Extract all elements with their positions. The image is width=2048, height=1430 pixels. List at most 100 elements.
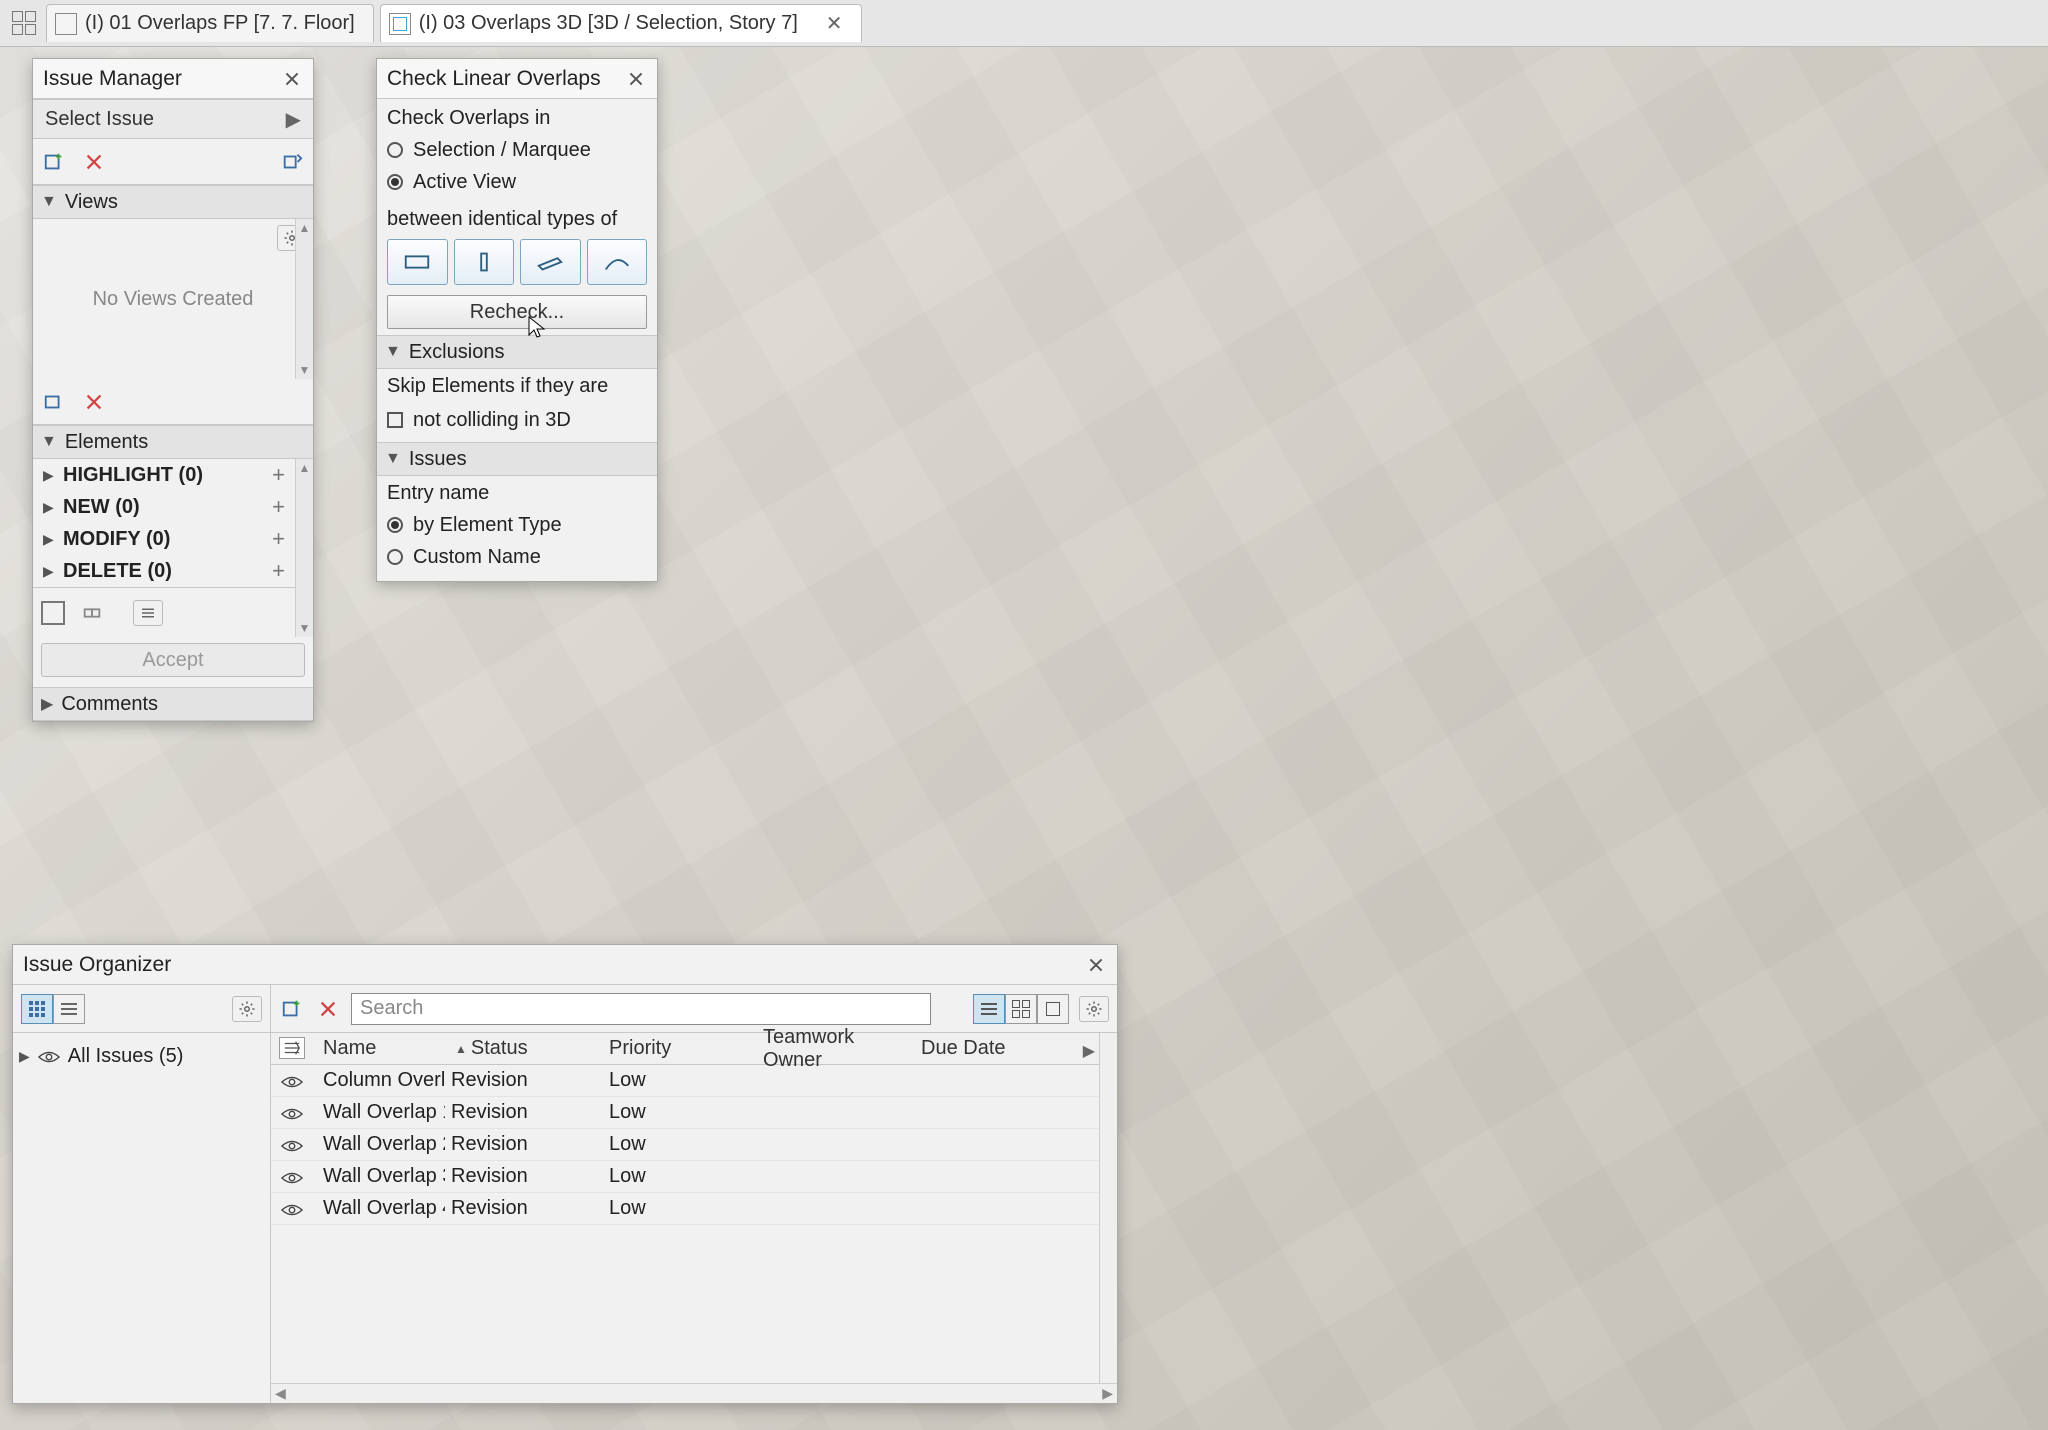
eye-icon[interactable]: [281, 1073, 303, 1089]
elements-settings-button[interactable]: [133, 600, 163, 626]
select-issue-dropdown[interactable]: Select Issue ▶: [33, 99, 313, 139]
delete-issue-icon[interactable]: [315, 996, 341, 1022]
sidebar-settings-button[interactable]: [232, 996, 262, 1022]
add-icon[interactable]: +: [272, 558, 285, 584]
new-issue-icon[interactable]: [279, 996, 305, 1022]
elements-delete-row[interactable]: ▶DELETE (0)+: [33, 555, 313, 587]
new-issue-icon[interactable]: [41, 149, 67, 175]
elements-modify-row[interactable]: ▶MODIFY (0)+: [33, 523, 313, 555]
scrollbar[interactable]: ▲▼: [295, 219, 313, 379]
scrollbar[interactable]: ▲▼: [295, 459, 313, 637]
panel-title-text: Issue Organizer: [23, 953, 171, 977]
scroll-left-icon[interactable]: ◀: [275, 1385, 286, 1402]
add-icon[interactable]: +: [272, 462, 285, 488]
jump-to-row-button[interactable]: [279, 1037, 305, 1059]
panel-title-text: Check Linear Overlaps: [387, 67, 601, 91]
issue-manager-panel: Issue Manager Select Issue ▶ ▼ Views No …: [32, 58, 314, 722]
close-icon[interactable]: [625, 68, 647, 90]
col-priority[interactable]: Priority: [603, 1037, 757, 1060]
col-owner[interactable]: Teamwork Owner: [757, 1026, 915, 1072]
elements-new-row[interactable]: ▶NEW (0)+: [33, 491, 313, 523]
type-wall-button[interactable]: [387, 239, 448, 285]
tab-floorplan[interactable]: (I) 01 Overlaps FP [7. 7. Floor]: [46, 4, 374, 42]
delete-view-icon[interactable]: [81, 389, 107, 415]
add-icon[interactable]: +: [272, 494, 285, 520]
grid-view-button[interactable]: [21, 994, 53, 1024]
close-icon[interactable]: [281, 68, 303, 90]
layout-grid-button[interactable]: [1005, 994, 1037, 1024]
accept-label: Accept: [142, 649, 203, 672]
table-row[interactable]: Column OverlapRevisionLow: [271, 1065, 1117, 1097]
add-icon[interactable]: +: [272, 526, 285, 552]
radio-custom-name[interactable]: Custom Name: [387, 541, 647, 573]
section-label: Views: [65, 191, 118, 214]
eye-icon[interactable]: [281, 1137, 303, 1153]
chevron-down-icon: ▼: [385, 450, 401, 468]
col-status[interactable]: ▲Status: [445, 1037, 603, 1060]
layout-single-button[interactable]: [1037, 994, 1069, 1024]
eye-icon[interactable]: [281, 1105, 303, 1121]
close-icon[interactable]: [1085, 954, 1107, 976]
radio-by-type[interactable]: by Element Type: [387, 509, 647, 541]
vertical-scrollbar[interactable]: [1099, 1033, 1117, 1383]
layout-list-button[interactable]: [973, 994, 1005, 1024]
tree-all-issues[interactable]: ▶ All Issues (5): [19, 1041, 264, 1071]
cell-status: Revision: [445, 1197, 603, 1220]
radio-active-view[interactable]: Active View: [387, 166, 647, 198]
panel-titlebar[interactable]: Check Linear Overlaps: [377, 59, 657, 99]
table-row[interactable]: Wall Overlap 4RevisionLow: [271, 1193, 1117, 1225]
radio-icon: [387, 517, 403, 533]
views-footer-toolbar: [33, 379, 313, 425]
checkbox-icon: [387, 412, 403, 428]
table-row[interactable]: Wall Overlap 2RevisionLow: [271, 1129, 1117, 1161]
cell-status: Revision: [445, 1165, 603, 1188]
more-columns-icon[interactable]: ▶: [1083, 1041, 1095, 1061]
tab-3d[interactable]: (I) 03 Overlaps 3D [3D / Selection, Stor…: [380, 4, 862, 42]
checkbox-not-colliding[interactable]: not colliding in 3D: [387, 404, 647, 436]
panel-titlebar[interactable]: Issue Organizer: [13, 945, 1117, 985]
issues-section-head[interactable]: ▼ Issues: [377, 442, 657, 476]
eye-icon[interactable]: [281, 1201, 303, 1217]
type-column-button[interactable]: [454, 239, 515, 285]
table-row[interactable]: Wall Overlap 3RevisionLow: [271, 1161, 1117, 1193]
type-beam-button[interactable]: [520, 239, 581, 285]
capture-view-icon[interactable]: [41, 389, 67, 415]
view-toggle: [21, 994, 85, 1024]
link-icon[interactable]: [79, 600, 105, 626]
accept-button[interactable]: Accept: [41, 643, 305, 677]
radio-selection[interactable]: Selection / Marquee: [387, 134, 647, 166]
col-due[interactable]: Due Date: [915, 1037, 1055, 1060]
close-icon[interactable]: ✕: [826, 11, 843, 36]
type-arc-button[interactable]: [587, 239, 648, 285]
cell-name: Wall Overlap 1: [317, 1101, 445, 1124]
organizer-main: Search ▶ Name ▲Status Priority Teamwork …: [271, 985, 1117, 1403]
views-section-head[interactable]: ▼ Views: [33, 185, 313, 219]
panel-titlebar[interactable]: Issue Manager: [33, 59, 313, 99]
col-name[interactable]: Name: [317, 1037, 445, 1060]
chevron-right-icon: ▶: [43, 467, 54, 484]
list-view-button[interactable]: [53, 994, 85, 1024]
row-label: NEW (0): [63, 496, 140, 519]
elements-section-head[interactable]: ▼ Elements: [33, 425, 313, 459]
exclusions-section-head[interactable]: ▼ Exclusions: [377, 335, 657, 369]
marquee-icon[interactable]: [41, 601, 65, 625]
scroll-right-icon[interactable]: ▶: [1102, 1385, 1113, 1402]
recheck-button[interactable]: Recheck...: [387, 295, 647, 329]
cell-status: Revision: [445, 1101, 603, 1124]
export-icon[interactable]: [279, 149, 305, 175]
eye-icon[interactable]: [281, 1169, 303, 1185]
organizer-sidebar-toolbar: [13, 985, 270, 1033]
delete-issue-icon[interactable]: [81, 149, 107, 175]
table-row[interactable]: Wall Overlap 1RevisionLow: [271, 1097, 1117, 1129]
search-input[interactable]: Search: [351, 993, 931, 1025]
skip-label: Skip Elements if they are: [387, 375, 647, 398]
tab-grid-icon[interactable]: [8, 7, 40, 39]
horizontal-scrollbar[interactable]: ◀▶: [271, 1383, 1117, 1403]
elements-body: ▶HIGHLIGHT (0)+ ▶ NEW (0) + ▶MODIFY (0)+ ▶…: [33, 459, 313, 637]
elements-highlight-row[interactable]: ▶HIGHLIGHT (0)+: [33, 459, 313, 491]
tab-label: (I) 01 Overlaps FP [7. 7. Floor]: [85, 12, 355, 35]
comments-section-head[interactable]: ▶ Comments: [33, 687, 313, 721]
views-body: No Views Created ▲▼: [33, 219, 313, 379]
table-settings-button[interactable]: [1079, 996, 1109, 1022]
radio-icon: [387, 174, 403, 190]
